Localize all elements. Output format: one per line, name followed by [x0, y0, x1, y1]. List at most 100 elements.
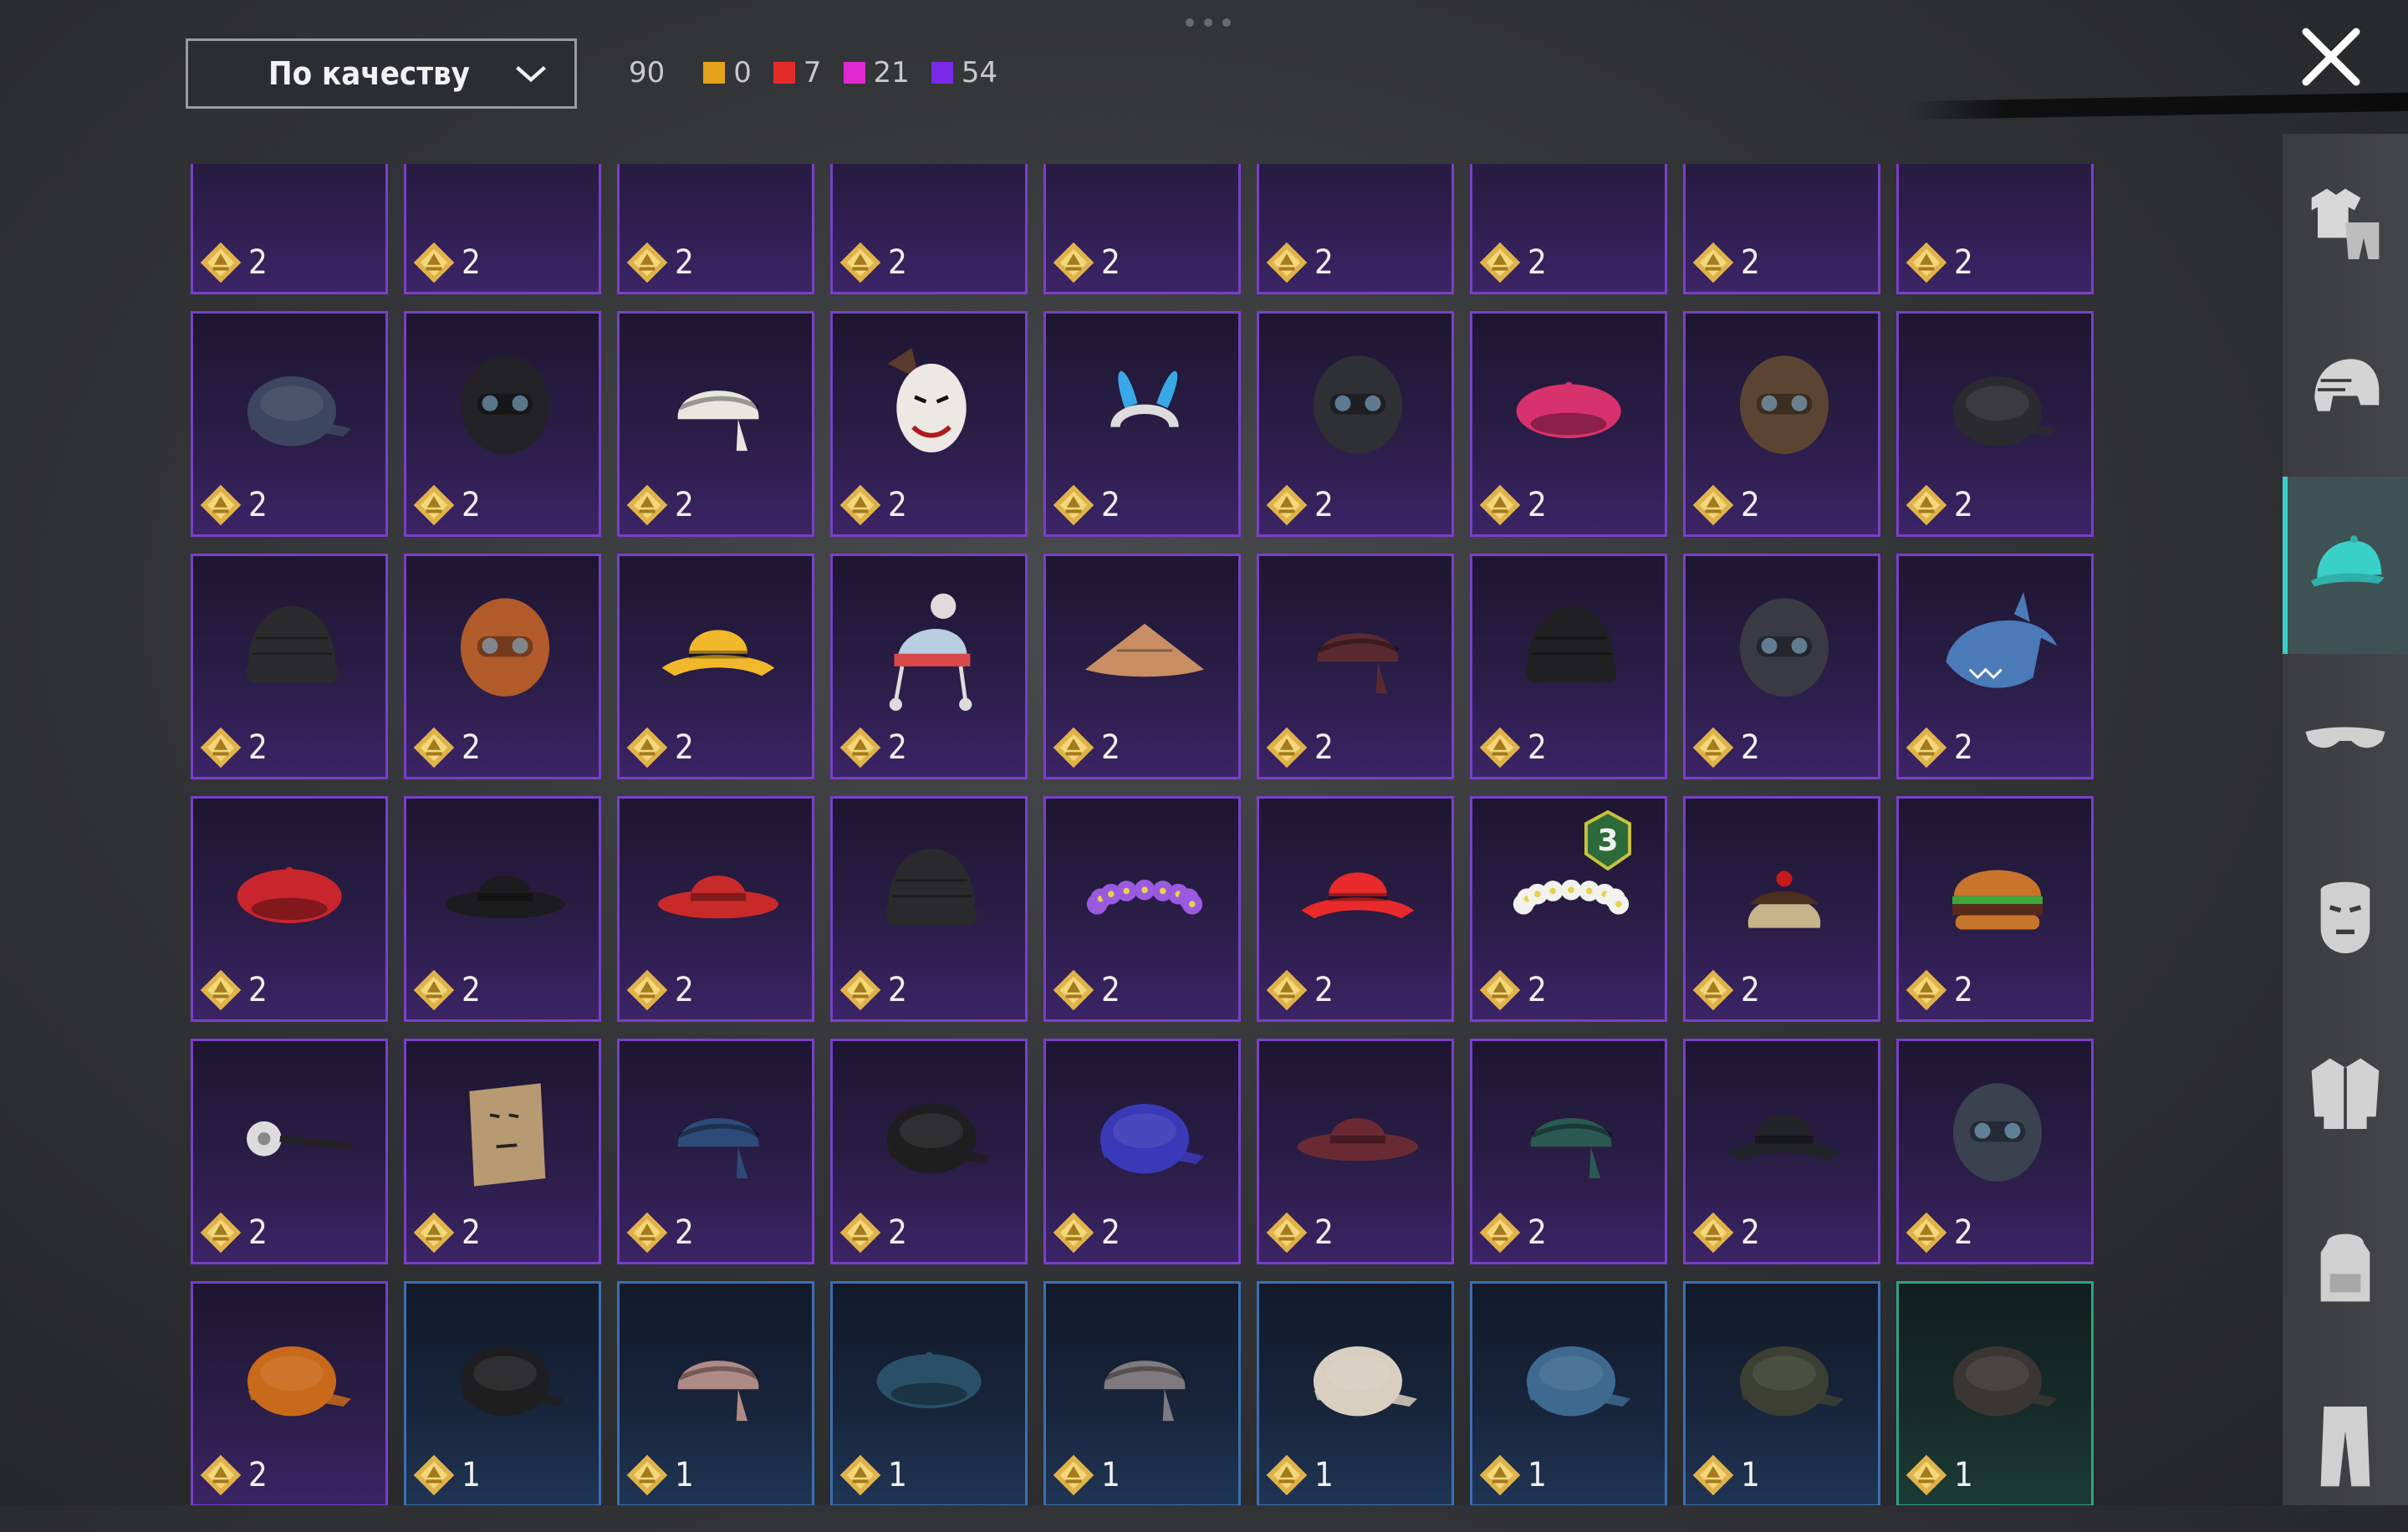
- inventory-item[interactable]: 2: [1470, 554, 1667, 779]
- inventory-item[interactable]: 1: [1043, 1281, 1241, 1505]
- inventory-item[interactable]: 2: [191, 311, 388, 537]
- item-price-value: 1: [1741, 1456, 1760, 1494]
- inventory-item[interactable]: 2: [1043, 796, 1241, 1022]
- category-glasses[interactable]: [2283, 652, 2408, 830]
- inventory-item[interactable]: 1: [1470, 1281, 1667, 1505]
- category-jacket[interactable]: [2283, 1003, 2408, 1181]
- inventory-item[interactable]: 2: [404, 1039, 601, 1264]
- inventory-item[interactable]: 1: [830, 1281, 1028, 1505]
- outfit-icon: [2311, 188, 2380, 259]
- inventory-item[interactable]: 1: [617, 1281, 814, 1505]
- coin-icon: [1479, 242, 1521, 283]
- inventory-item[interactable]: 2: [1257, 1039, 1454, 1264]
- coin-icon: [1053, 1212, 1094, 1254]
- inventory-item[interactable]: 2: [1257, 796, 1454, 1022]
- inventory-item[interactable]: 2: [1683, 554, 1880, 779]
- coin-icon: [1266, 969, 1308, 1011]
- inventory-item[interactable]: 2: [1470, 164, 1667, 294]
- conical-hat-icon: [1084, 623, 1205, 677]
- category-backpack[interactable]: [2283, 1179, 2408, 1356]
- item-price: 2: [1264, 968, 1334, 1013]
- inventory-item[interactable]: 2: [1043, 1039, 1241, 1264]
- coin-icon: [200, 484, 242, 526]
- sort-dropdown[interactable]: По качеству: [186, 38, 577, 109]
- coin-icon: [626, 969, 668, 1011]
- category-outfit[interactable]: [2283, 134, 2408, 311]
- coin-icon: [839, 1454, 881, 1496]
- inventory-item[interactable]: 2: [1043, 554, 1241, 779]
- item-price-value: 2: [1101, 971, 1120, 1009]
- inventory-item[interactable]: 2: [1257, 554, 1454, 779]
- inventory-item[interactable]: 2: [830, 311, 1028, 537]
- inventory-item[interactable]: 2: [830, 164, 1028, 294]
- item-price-value: 2: [1101, 243, 1120, 282]
- inventory-item[interactable]: 2: [191, 1281, 388, 1505]
- inventory-item[interactable]: 2: [1896, 164, 2094, 294]
- cake-hat-icon: [1747, 871, 1821, 928]
- category-sidebar: [2283, 134, 2408, 1505]
- inventory-item[interactable]: 1: [1683, 1281, 1880, 1505]
- inventory-item[interactable]: 2: [1896, 311, 2094, 537]
- inventory-item[interactable]: 2: [191, 796, 388, 1022]
- inventory-item[interactable]: 2: [404, 164, 601, 294]
- coin-icon: [413, 727, 455, 769]
- item-price-value: 2: [248, 1456, 268, 1494]
- inventory-item[interactable]: 2: [1470, 1039, 1667, 1264]
- inventory-item[interactable]: 1: [1257, 1281, 1454, 1505]
- category-hat[interactable]: [2283, 477, 2408, 654]
- inventory-item[interactable]: 1: [404, 1281, 601, 1505]
- inventory-item[interactable]: 2: [1257, 311, 1454, 537]
- inventory-item[interactable]: 2: [1043, 164, 1241, 294]
- item-price-value: 2: [462, 243, 481, 282]
- item-price: 1: [838, 1453, 907, 1498]
- inventory-item[interactable]: 2: [830, 554, 1028, 779]
- inventory-item[interactable]: 2 3: [1470, 796, 1667, 1022]
- rarity-count-red: 7: [773, 56, 822, 89]
- cap-icon: [2311, 535, 2385, 587]
- baseball-cap-icon: [247, 376, 352, 447]
- inventory-item[interactable]: 2: [1683, 164, 1880, 294]
- coin-icon: [626, 1212, 668, 1254]
- inventory-item[interactable]: 2: [191, 1039, 388, 1264]
- inventory-item[interactable]: 2: [617, 796, 814, 1022]
- inventory-item[interactable]: 2: [1896, 1039, 2094, 1264]
- inventory-item[interactable]: 2: [617, 164, 814, 294]
- item-price: 2: [411, 483, 481, 528]
- item-price-value: 1: [1528, 1456, 1547, 1494]
- inventory-item[interactable]: 2: [191, 554, 388, 779]
- coin-icon: [1905, 1454, 1947, 1496]
- inventory-item[interactable]: 2: [404, 796, 601, 1022]
- coin-icon: [200, 242, 242, 283]
- coin-icon: [1692, 484, 1734, 526]
- inventory-item[interactable]: 2: [830, 796, 1028, 1022]
- item-price-value: 2: [462, 971, 481, 1009]
- item-price: 2: [1904, 483, 1973, 528]
- inventory-item[interactable]: 2: [1470, 311, 1667, 537]
- category-pants[interactable]: [2283, 1355, 2408, 1532]
- inventory-item[interactable]: 2: [617, 311, 814, 537]
- gas-mask-icon: [460, 355, 550, 454]
- item-price-value: 1: [888, 1456, 907, 1494]
- inventory-grid[interactable]: 2 2 2 2 2 2 2 2 2 2 2 2 2 2 2 2 2 2 2 2 …: [186, 164, 2117, 1505]
- coin-icon: [413, 1212, 455, 1254]
- category-helmet[interactable]: [2283, 301, 2408, 478]
- inventory-item[interactable]: 2: [191, 164, 388, 294]
- item-price: 2: [625, 483, 694, 528]
- inventory-item[interactable]: 2: [404, 554, 601, 779]
- item-price-value: 2: [675, 243, 694, 282]
- inventory-item[interactable]: 1: [1896, 1281, 2094, 1505]
- inventory-item[interactable]: 2: [1043, 311, 1241, 537]
- close-icon[interactable]: [2298, 23, 2365, 90]
- inventory-item[interactable]: 2: [1896, 554, 2094, 779]
- inventory-item[interactable]: 2: [1683, 796, 1880, 1022]
- inventory-item[interactable]: 2: [1683, 1039, 1880, 1264]
- inventory-item[interactable]: 2: [1683, 311, 1880, 537]
- inventory-item[interactable]: 2: [617, 554, 814, 779]
- inventory-item[interactable]: 2: [1257, 164, 1454, 294]
- inventory-item[interactable]: 2: [1896, 796, 2094, 1022]
- inventory-item[interactable]: 2: [617, 1039, 814, 1264]
- window-drag-handle[interactable]: [1186, 18, 1231, 28]
- inventory-item[interactable]: 2: [830, 1039, 1028, 1264]
- inventory-item[interactable]: 2: [404, 311, 601, 537]
- category-mask[interactable]: [2283, 828, 2408, 1005]
